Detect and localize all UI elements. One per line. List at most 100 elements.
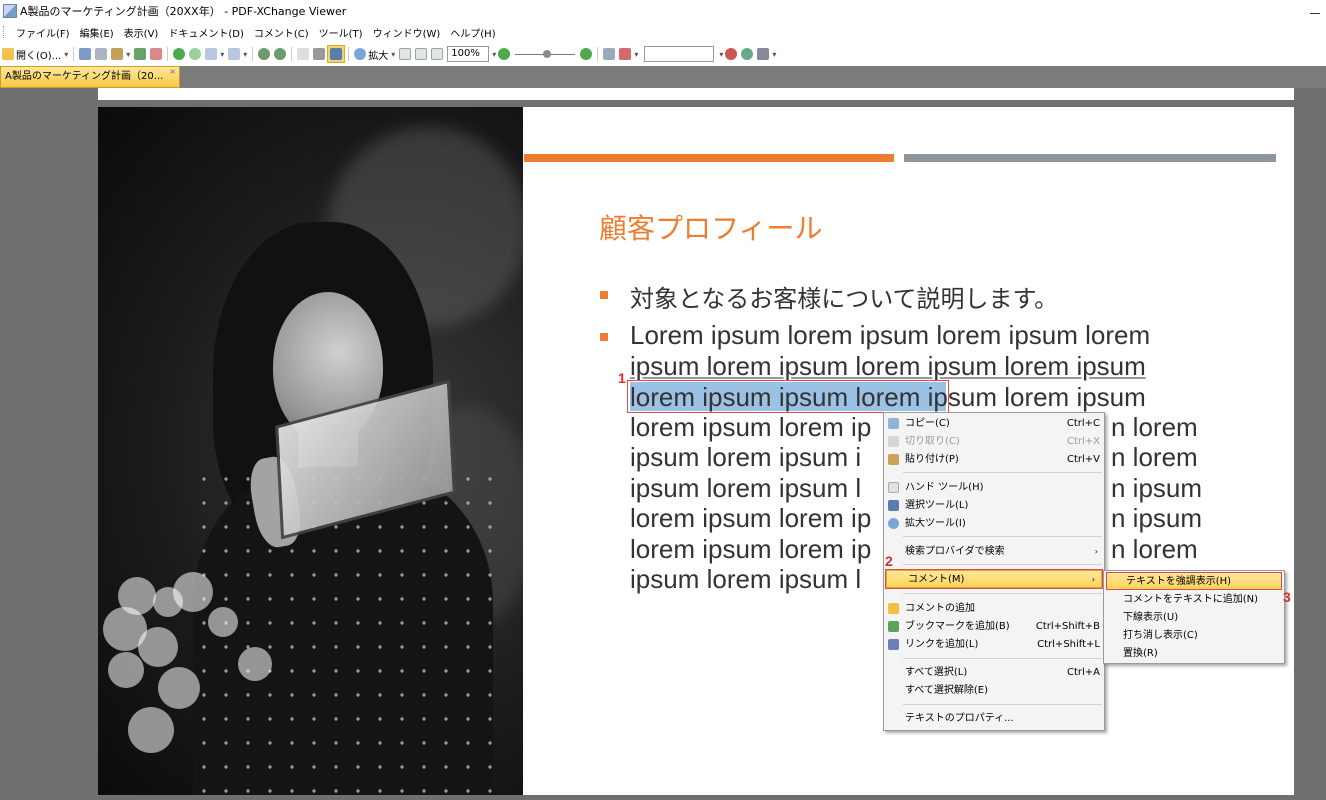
menu-item-search-provider[interactable]: 検索プロバイダで検索 › xyxy=(884,543,1104,561)
lorem-line[interactable]: ipsum lorem ipsum l xyxy=(630,564,861,594)
zoom-slider-knob[interactable] xyxy=(543,49,552,58)
menu-tools[interactable]: ツール(T) xyxy=(314,25,368,40)
lorem-line[interactable]: ipsum lorem ipsum l xyxy=(630,473,861,503)
document-viewer[interactable]: 顧客プロフィール 対象となるお客様について説明します。 Lorem ipsum … xyxy=(0,88,1326,800)
pdf-page[interactable]: 顧客プロフィール 対象となるお客様について説明します。 Lorem ipsum … xyxy=(98,107,1294,795)
search-next-button[interactable] xyxy=(739,45,755,63)
zoom-slider[interactable] xyxy=(515,49,576,58)
lorem-line-tail[interactable]: n ipsum xyxy=(1111,503,1202,533)
eraser-icon xyxy=(619,48,632,60)
back-button[interactable] xyxy=(171,45,187,63)
save-icon xyxy=(79,48,92,60)
zoom-in-button[interactable] xyxy=(578,45,594,63)
rotate-left-button[interactable] xyxy=(256,45,272,63)
save-button[interactable] xyxy=(77,45,93,63)
lorem-line[interactable]: ipsum lorem ipsum lorem ipsum lorem ipsu… xyxy=(630,351,1146,381)
zoom-level-input[interactable]: 100% xyxy=(447,46,490,62)
submenu-item-add-comment-to-text[interactable]: コメントをテキストに追加(N) xyxy=(1104,591,1284,609)
scan-button[interactable] xyxy=(132,45,148,63)
menubar-grip[interactable] xyxy=(3,26,9,38)
dropdown-arrow-icon: ▾ xyxy=(391,49,396,59)
menu-document[interactable]: ドキュメント(D) xyxy=(163,25,249,40)
menu-item-copy[interactable]: コピー(C) Ctrl+C xyxy=(884,415,1104,433)
undo-button[interactable]: ▾ xyxy=(203,45,226,63)
zoom-tool-button[interactable]: 拡大 ▾ xyxy=(352,45,397,63)
document-tab-label: A製品のマーケティング計画（20... xyxy=(5,71,164,82)
link-icon xyxy=(888,639,899,650)
context-menu: コピー(C) Ctrl+C 切り取り(C) Ctrl+X 貼り付け(P) Ctr… xyxy=(883,412,1105,731)
lorem-line[interactable]: lorem ipsum lorem ip xyxy=(630,503,871,533)
shortcut: Ctrl+X xyxy=(1066,436,1100,447)
menu-item-select-all[interactable]: すべて選択(L) Ctrl+A xyxy=(884,664,1104,682)
lorem-line[interactable]: ipsum lorem ipsum i xyxy=(630,442,861,472)
submenu-item-underline[interactable]: 下線表示(U) xyxy=(1104,609,1284,627)
menu-item-label: ハンド ツール(H) xyxy=(905,482,984,493)
bokeh-light xyxy=(138,627,178,667)
menu-item-label: テキストのプロパティ... xyxy=(905,713,1014,724)
separator xyxy=(348,47,350,61)
lorem-line-tail[interactable]: n lorem xyxy=(1111,534,1198,564)
search-input[interactable] xyxy=(644,46,715,62)
menu-item-zoom-tool[interactable]: 拡大ツール(I) xyxy=(884,515,1104,533)
submenu-item-strikethrough[interactable]: 打ち消し表示(C) xyxy=(1104,627,1284,645)
eraser-button[interactable]: ▾ xyxy=(617,45,640,63)
zoom-out-button[interactable] xyxy=(496,45,512,63)
cut-icon xyxy=(888,436,899,447)
menu-item-add-bookmark[interactable]: ブックマークを追加(B) Ctrl+Shift+B xyxy=(884,618,1104,636)
search-button[interactable] xyxy=(723,45,739,63)
fit-page-button[interactable] xyxy=(413,45,429,63)
print-button[interactable] xyxy=(93,45,109,63)
stamp-button[interactable]: ▾ xyxy=(755,45,778,63)
menu-item-select-tool[interactable]: 選択ツール(L) xyxy=(884,497,1104,515)
link-tool-button[interactable] xyxy=(601,45,617,63)
shortcut: Ctrl+V xyxy=(1066,454,1100,465)
open-button[interactable]: 開く(O)... ▾ xyxy=(0,45,70,63)
menu-edit[interactable]: 編集(E) xyxy=(75,25,119,40)
search-icon xyxy=(725,48,738,60)
select-text-tool-button[interactable] xyxy=(327,45,346,63)
submenu-item-highlight[interactable]: テキストを強調表示(H) xyxy=(1106,572,1282,590)
bokeh-light xyxy=(128,707,174,753)
menu-item-add-link[interactable]: リンクを追加(L) Ctrl+Shift+L xyxy=(884,636,1104,654)
lorem-line-tail[interactable]: n lorem xyxy=(1111,412,1198,442)
previous-page xyxy=(98,88,1294,100)
menu-item-comment[interactable]: コメント(M) › xyxy=(885,569,1103,589)
properties-button[interactable] xyxy=(148,45,164,63)
hand-icon xyxy=(297,48,310,60)
lorem-line-tail[interactable]: n lorem xyxy=(1111,442,1198,472)
dropdown-arrow-icon: ▾ xyxy=(126,49,131,59)
menu-comment[interactable]: コメント(C) xyxy=(249,25,314,40)
document-tab[interactable]: A製品のマーケティング計画（20... × xyxy=(0,66,180,88)
menu-item-deselect-all[interactable]: すべて選択解除(E) xyxy=(884,682,1104,700)
email-button[interactable]: ▾ xyxy=(109,45,132,63)
lorem-line[interactable]: lorem ipsum lorem ip xyxy=(630,412,871,442)
lorem-line-tail[interactable]: n ipsum xyxy=(1111,473,1202,503)
menu-help[interactable]: ヘルプ(H) xyxy=(445,25,500,40)
menu-view[interactable]: 表示(V) xyxy=(119,25,164,40)
toolbar: 開く(O)... ▾ ▾ ▾ ▾ 拡大 ▾ 100% ▾ ▾ ▾ ▾ xyxy=(0,42,1326,66)
redo-button[interactable]: ▾ xyxy=(226,45,249,63)
actual-size-button[interactable] xyxy=(397,45,413,63)
menu-item-add-comment[interactable]: コメントの追加 xyxy=(884,600,1104,618)
menu-item-label: コピー(C) xyxy=(905,418,950,429)
forward-button[interactable] xyxy=(187,45,203,63)
rotate-right-button[interactable] xyxy=(272,45,288,63)
lorem-line[interactable]: Lorem ipsum lorem ipsum lorem ipsum lore… xyxy=(630,320,1150,350)
menu-item-cut[interactable]: 切り取り(C) Ctrl+X xyxy=(884,433,1104,451)
snapshot-button[interactable] xyxy=(311,45,327,63)
close-icon[interactable]: × xyxy=(169,68,176,76)
print-icon xyxy=(95,48,108,60)
menu-item-text-properties[interactable]: テキストのプロパティ... xyxy=(884,710,1104,728)
menu-item-label: コメント(M) xyxy=(908,574,965,585)
submenu-item-replace[interactable]: 置換(R) xyxy=(1104,645,1284,663)
menu-window[interactable]: ウィンドウ(W) xyxy=(368,25,446,40)
minimize-button[interactable] xyxy=(1310,4,1320,14)
lorem-line[interactable]: lorem ipsum lorem ip xyxy=(630,534,871,564)
hand-tool-button[interactable] xyxy=(295,45,311,63)
menu-file[interactable]: ファイル(F) xyxy=(11,25,75,40)
fit-width-button[interactable] xyxy=(429,45,445,63)
menu-item-paste[interactable]: 貼り付け(P) Ctrl+V xyxy=(884,451,1104,469)
selection-outline xyxy=(627,380,949,413)
menu-item-hand-tool[interactable]: ハンド ツール(H) xyxy=(884,479,1104,497)
separator xyxy=(597,47,599,61)
